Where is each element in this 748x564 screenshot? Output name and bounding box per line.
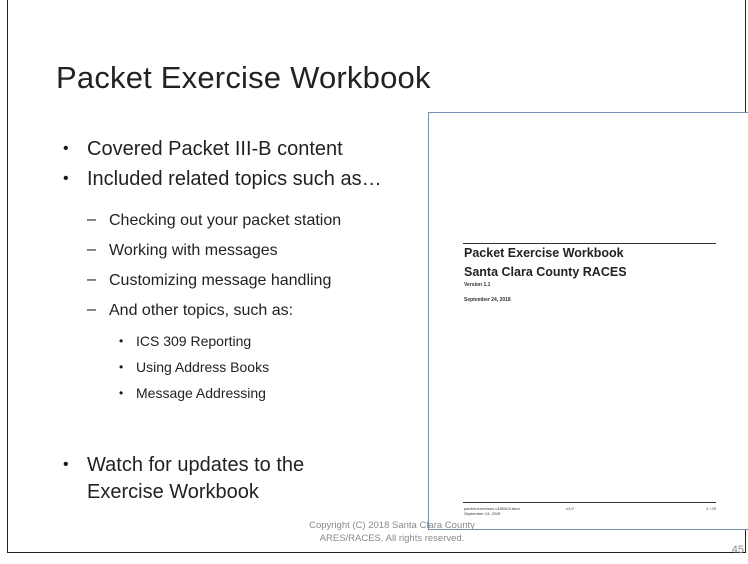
page-number: 45: [731, 544, 744, 556]
bullet-item: Message Addressing: [136, 385, 266, 401]
copyright-line-2: ARES/RACES. All rights reserved.: [319, 533, 465, 544]
bullet-item: Working with messages: [109, 242, 278, 259]
bullet-dot: •: [119, 334, 124, 348]
doc-top-rule: [463, 243, 716, 244]
bullet-dot: •: [63, 170, 69, 187]
dash-marker: –: [87, 271, 96, 288]
bullet-dot: •: [63, 140, 69, 157]
doc-date: September 24, 2018: [464, 297, 511, 303]
bullet-item: Customizing message handling: [109, 272, 332, 289]
bullet-item: ICS 309 Reporting: [136, 333, 252, 349]
bullet-item: Watch for updates to the: [87, 454, 305, 476]
doc-footer-version: v1.0: [566, 506, 574, 511]
bullet-dot: •: [63, 456, 69, 473]
bullet-item-continuation: Exercise Workbook: [87, 481, 259, 503]
slide: Packet Exercise Workbook • Covered Packe…: [7, 0, 748, 553]
dash-marker: –: [87, 241, 96, 258]
copyright-line-1: Copyright (C) 2018 Santa Clara County: [309, 520, 475, 531]
doc-footer-date: September 24, 2018: [464, 511, 501, 516]
bullet-item: And other topics, such as:: [109, 302, 294, 319]
dash-marker: –: [87, 211, 96, 228]
doc-title: Packet Exercise Workbook: [464, 246, 624, 260]
copyright-notice: Copyright (C) 2018 Santa Clara County AR…: [282, 519, 502, 545]
bullet-item: Using Address Books: [136, 359, 270, 375]
doc-footer-page: 1 / 25: [705, 506, 716, 511]
doc-subtitle: Santa Clara County RACES: [464, 265, 627, 279]
document-preview: Packet Exercise Workbook Santa Clara Cou…: [428, 112, 748, 530]
bullet-dot: •: [119, 386, 124, 400]
doc-footer-rule: [463, 502, 716, 503]
bullet-item: Checking out your packet station: [109, 212, 342, 229]
dash-marker: –: [87, 301, 96, 318]
bullet-item: Included related topics such as…: [87, 168, 382, 190]
bullet-dot: •: [119, 360, 124, 374]
bullet-item: Covered Packet III-B content: [87, 138, 343, 160]
doc-version: Version 1.1: [464, 282, 491, 288]
